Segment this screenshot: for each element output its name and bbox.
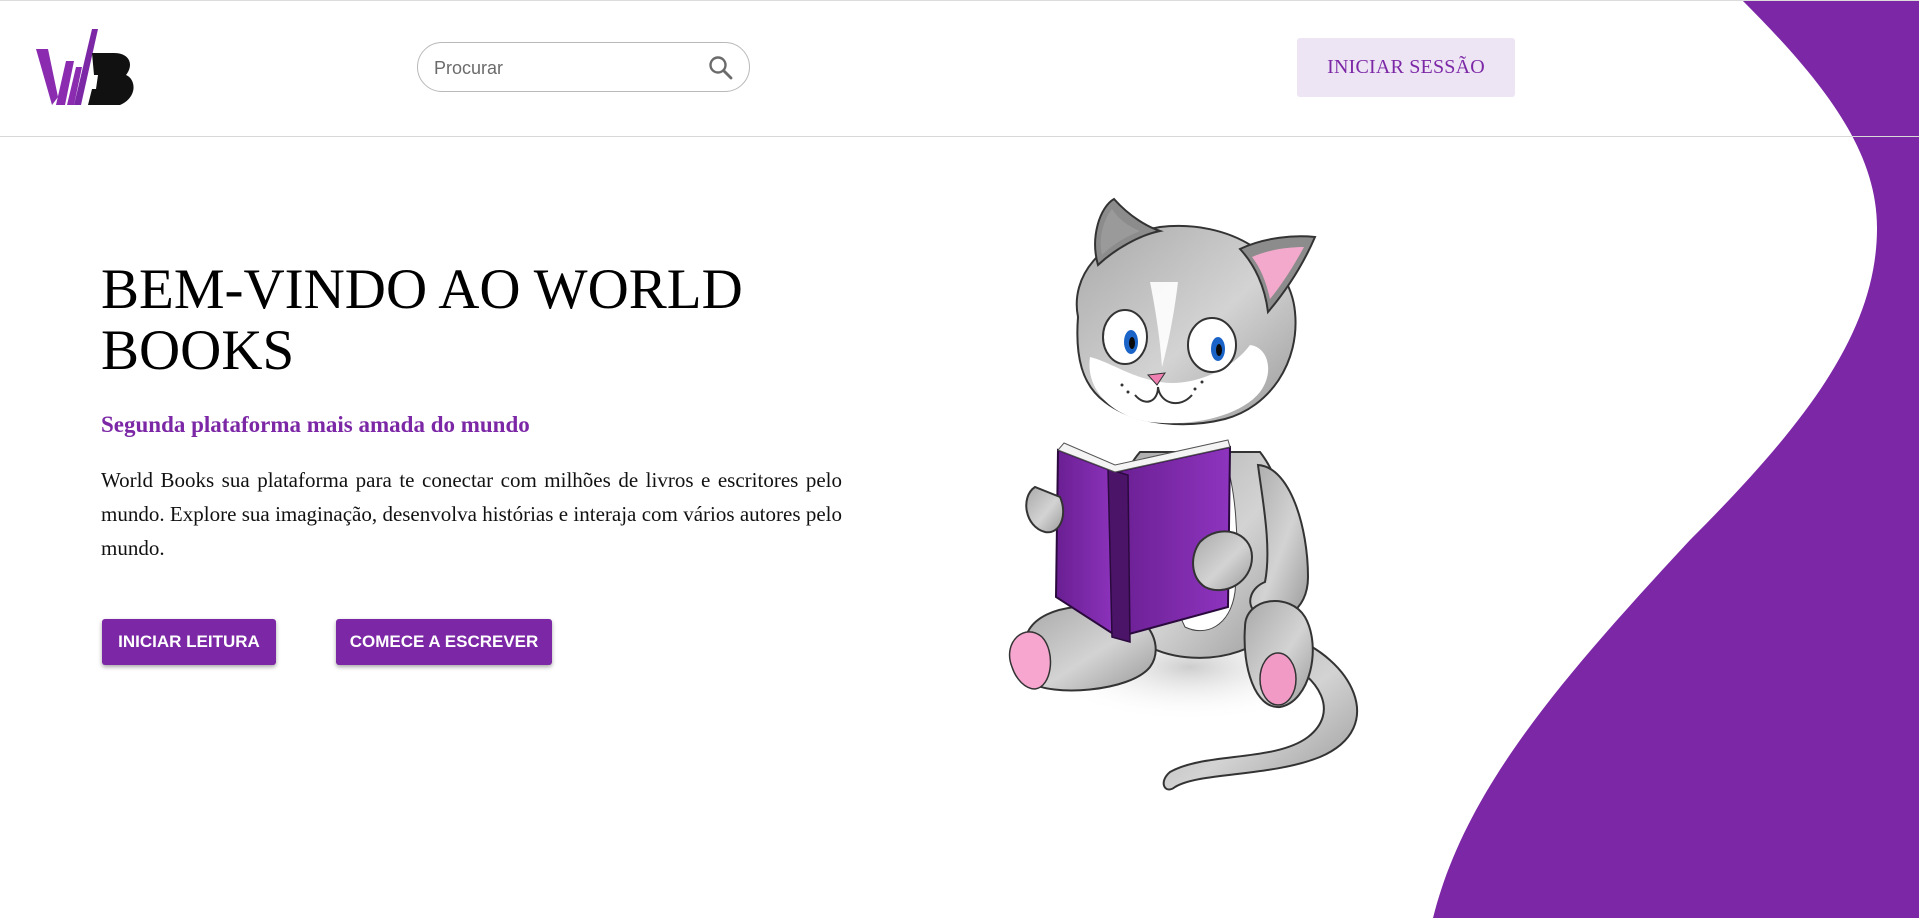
start-reading-button[interactable]: INICIAR LEITURA [102,619,276,665]
search-bar [417,42,750,92]
world-books-logo[interactable] [34,27,138,109]
start-writing-button[interactable]: COMECE A ESCREVER [336,619,552,665]
top-navbar: INICIAR SESSÃO [0,0,1919,137]
search-input[interactable] [432,52,696,84]
page-title: BEM-VINDO AO WORLD BOOKS [101,258,743,382]
hero-section: BEM-VINDO AO WORLD BOOKS Segunda platafo… [0,137,1919,918]
login-button[interactable]: INICIAR SESSÃO [1297,38,1515,97]
hero-description: World Books sua plataforma para te conec… [101,468,842,560]
cat-reading-book-illustration [1009,197,1358,791]
search-icon[interactable] [708,55,734,81]
hero-subtitle: Segunda plataforma mais amada do mundo [101,412,530,437]
